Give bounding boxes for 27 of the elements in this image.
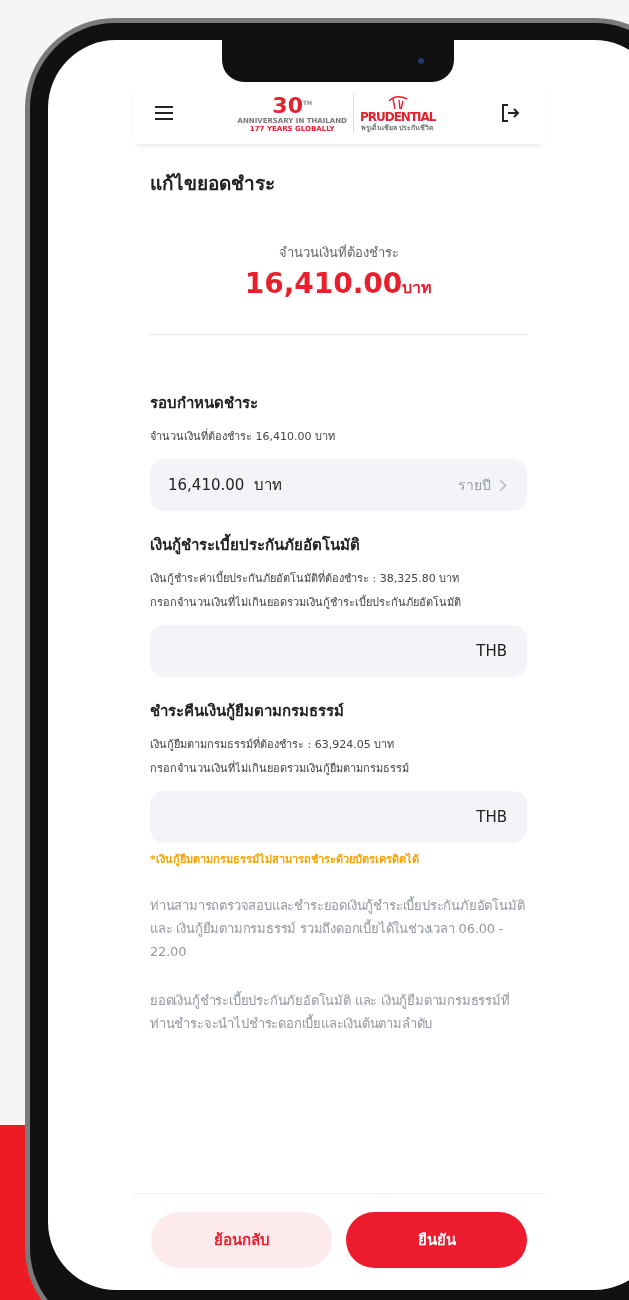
menu-icon[interactable] — [155, 106, 173, 120]
total-amount: 16,410.00บาท — [243, 267, 434, 300]
section-title: รอบกำหนดชำระ — [150, 393, 259, 414]
back-button[interactable]: ย้อนกลับ — [151, 1212, 332, 1268]
logout-icon[interactable] — [500, 103, 520, 123]
camera-icon — [418, 58, 424, 64]
confirm-button[interactable]: ยืนยัน — [346, 1212, 527, 1268]
info-paragraph: ท่านสามารถตรวจสอบและชำระยอดเงินกู้ชำระเบี้ยประกันภัยอัตโนมัติ และ เงินกู้ยืมตามกรมธรรม์ รวมถึงดอกเบี้ยได้ในช่วงเวลา 06.00 - 22.00 — [150, 895, 526, 961]
section-note: เงินกู้ชำระค่าเบี้ยประกันภัยอัตโนมัติที่ต้องชำระ : 38,325.80 บาท — [150, 569, 461, 587]
amount-input-field[interactable]: THB — [150, 625, 527, 677]
section-note: กรอกจำนวนเงินที่ไม่เกินยอดรวมเงินกู้ยืมตามกรมธรรม์ — [150, 759, 410, 777]
section-note: เงินกู้ยืมตามกรมธรรม์ที่ต้องชำระ : 63,924.05 บาท — [150, 735, 396, 753]
brand-name: PRUDENTIAL — [359, 110, 436, 124]
warning-text: *เงินกู้ยืมตามกรมธรรม์ไม่สามารถชำระด้วยบัตรเครดิตได้ — [150, 852, 420, 868]
section-title: ชำระคืนเงินกู้ยืมตามกรมธรรม์ — [150, 701, 345, 723]
anniversary-number: 30$^{TH}$ — [272, 93, 313, 117]
section-title: เงินกู้ชำระเบี้ยประกันภัยอัตโนมัติ — [150, 533, 527, 557]
currency-label: THB — [476, 808, 507, 826]
section-note: กรอกจำนวนเงินที่ไม่เกินยอดรวมเงินกู้ชำระเบี้ยประกันภัยอัตโนมัติ — [150, 593, 462, 611]
info-paragraph: ยอดเงินกู้ชำระเบี้ยประกันภัยอัตโนมัติ และ เงินกู้ยืมตามกรมธรรม์ที่ท่านชำระจะนำไปชำระดอกเบี้ยและเงินต้นตามลำดับ — [150, 990, 511, 1033]
chevron-right-icon — [499, 478, 507, 492]
payment-period-selector[interactable]: 16,410.00 บาท รายปี — [150, 459, 527, 511]
total-label: จำนวนเงินที่ต้องชำระ — [277, 243, 400, 262]
amount-input-field[interactable]: THB — [150, 791, 527, 843]
page-title: แก้ไขยอดชำระ — [150, 171, 276, 196]
section-note: จำนวนเงินที่ต้องชำระ 16,410.00 บาท — [150, 427, 336, 445]
currency-label: THB — [476, 642, 507, 660]
